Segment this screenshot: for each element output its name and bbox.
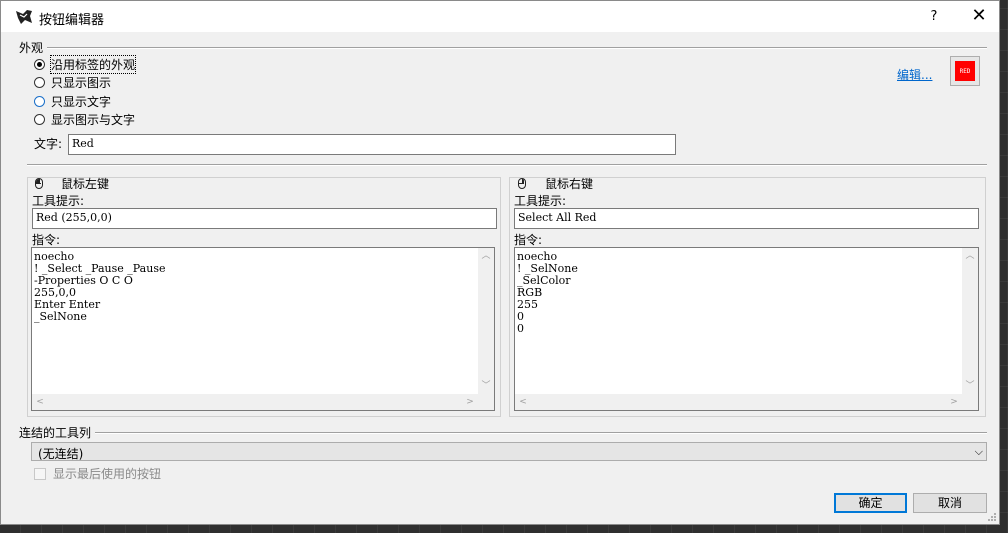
show-last-used-checkbox-row: 显示最后使用的按钮	[34, 465, 161, 482]
radio-text-only[interactable]: 只显示文字	[34, 93, 111, 109]
radio-image-only[interactable]: 只显示图示	[34, 74, 111, 90]
right-button-title: 鼠标右键	[545, 177, 594, 191]
vertical-scrollbar[interactable]: ︿ ﹀	[478, 248, 494, 394]
linked-toolbar-selected: (无连结)	[38, 447, 84, 461]
right-tooltip-label: 工具提示:	[514, 194, 567, 208]
icon-preview-button[interactable]: RED	[950, 56, 980, 86]
cancel-button[interactable]: 取消	[913, 493, 987, 513]
ok-button[interactable]: 确定	[834, 493, 907, 513]
show-last-used-label: 显示最后使用的按钮	[53, 467, 162, 481]
radio-label: 显示图示与文字	[51, 112, 136, 127]
radio-image-and-text[interactable]: 显示图示与文字	[34, 111, 135, 127]
linked-toolbar-group-title: 连结的工具列	[19, 424, 96, 441]
resize-grip-icon[interactable]	[987, 512, 997, 522]
vertical-scrollbar[interactable]: ︿ ﹀	[962, 248, 978, 394]
window-title: 按钮编辑器	[39, 13, 105, 28]
linked-toolbar-select[interactable]: (无连结) ⌵	[31, 442, 987, 461]
icon-preview-image: RED	[955, 61, 975, 81]
left-tooltip-label: 工具提示:	[32, 194, 85, 208]
chevron-down-icon: ⌵	[974, 445, 983, 458]
rhino-app-icon	[15, 8, 33, 26]
left-command-textarea[interactable]: noecho ! _Select _Pause _Pause -Properti…	[31, 247, 495, 411]
left-mouse-icon	[35, 178, 43, 189]
scroll-corner	[962, 394, 978, 410]
text-field-label: 文字:	[34, 137, 63, 151]
scroll-right-icon[interactable]: >	[462, 394, 478, 410]
left-command-text[interactable]: noecho ! _Select _Pause _Pause -Properti…	[34, 251, 476, 392]
title-bar: 按钮编辑器 ? ✕	[1, 1, 999, 32]
right-command-textarea[interactable]: noecho ! _SelNone _SelColor RGB 255 0 0 …	[514, 247, 979, 411]
appearance-divider	[19, 47, 987, 49]
scroll-corner	[478, 394, 494, 410]
scroll-down-icon[interactable]: ﹀	[478, 378, 494, 394]
edit-icon-link[interactable]: 编辑...	[897, 66, 932, 83]
radio-indicator[interactable]	[34, 95, 45, 107]
close-button[interactable]: ✕	[961, 1, 997, 32]
right-mouse-icon	[518, 178, 526, 189]
radio-indicator[interactable]	[34, 76, 45, 88]
radio-label: 只显示图示	[51, 75, 112, 90]
show-last-used-checkbox	[34, 467, 46, 480]
right-tooltip-input[interactable]: Select All Red	[514, 208, 979, 229]
radio-indicator[interactable]	[34, 58, 45, 70]
radio-label: 只显示文字	[51, 94, 112, 109]
scroll-down-icon[interactable]: ﹀	[962, 378, 978, 394]
scroll-up-icon[interactable]: ︿	[478, 248, 494, 264]
scroll-up-icon[interactable]: ︿	[962, 248, 978, 264]
horizontal-scrollbar[interactable]: < >	[32, 394, 478, 410]
appearance-group-title: 外观	[19, 39, 48, 56]
help-button[interactable]: ?	[919, 1, 949, 32]
left-tooltip-input[interactable]: Red (255,0,0)	[32, 208, 497, 229]
radio-indicator[interactable]	[34, 113, 45, 125]
linked-toolbar-divider	[19, 432, 987, 434]
right-command-label: 指令:	[514, 233, 543, 247]
scroll-right-icon[interactable]: >	[946, 394, 962, 410]
radio-label: 沿用标签的外观	[49, 54, 137, 74]
radio-use-label-appearance[interactable]: 沿用标签的外观	[34, 54, 137, 74]
button-editor-dialog: 按钮编辑器 ? ✕ 外观 沿用标签的外观 只显示图示 只显示文字 显示图示与文字…	[0, 0, 1000, 525]
section-divider	[27, 164, 987, 166]
scroll-left-icon[interactable]: <	[32, 394, 48, 410]
button-text-input[interactable]: Red	[68, 134, 676, 155]
left-button-title: 鼠标左键	[61, 177, 110, 191]
horizontal-scrollbar[interactable]: < >	[515, 394, 962, 410]
right-command-text[interactable]: noecho ! _SelNone _SelColor RGB 255 0 0	[517, 251, 960, 392]
scroll-left-icon[interactable]: <	[515, 394, 531, 410]
left-command-label: 指令:	[32, 233, 61, 247]
